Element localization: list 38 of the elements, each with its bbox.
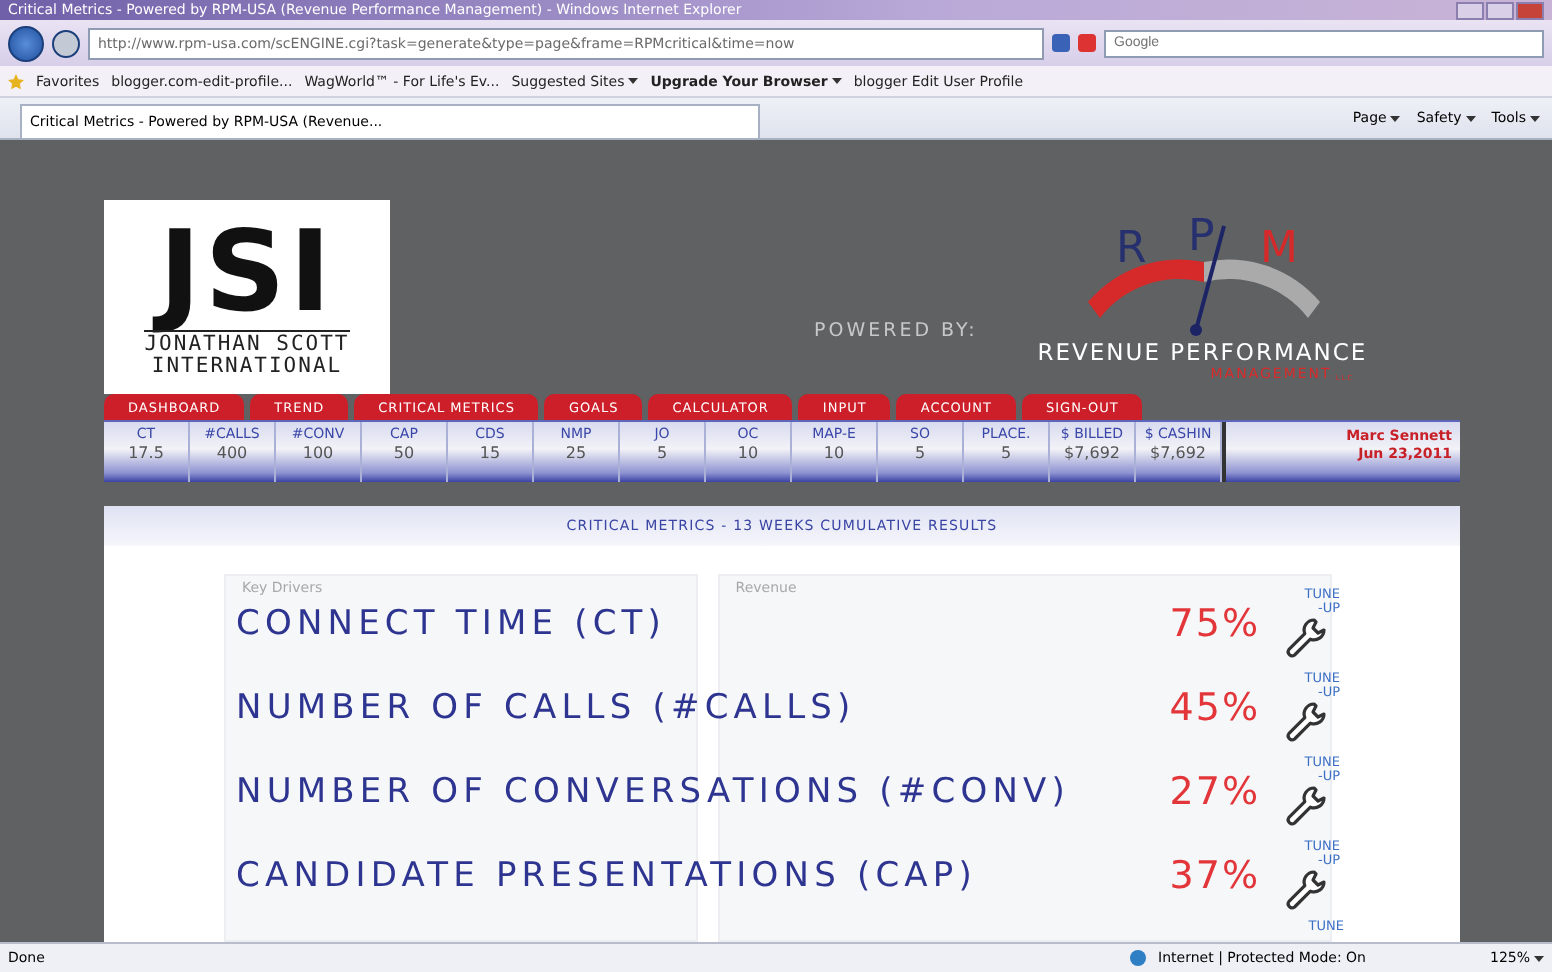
metric-value: 5 xyxy=(1000,444,1012,462)
wrench-icon[interactable] xyxy=(1284,616,1328,660)
metric-value: 10 xyxy=(823,444,845,462)
percent-value: 75% xyxy=(1169,602,1260,646)
metric-value: $7,692 xyxy=(1150,444,1206,462)
percent-value: 27% xyxy=(1169,770,1260,814)
wrench-icon[interactable] xyxy=(1284,868,1328,912)
brand-name: REVENUE PERFORMANCE xyxy=(1037,338,1368,366)
metric-value: 50 xyxy=(393,444,415,462)
caret-icon xyxy=(1390,115,1401,121)
metric-value: 10 xyxy=(737,444,759,462)
metric-value: 100 xyxy=(302,444,334,462)
company-logo: JSI JONATHAN SCOTT INTERNATIONAL xyxy=(104,200,390,394)
metric-name: CONNECT TIME (CT) xyxy=(236,604,669,644)
metric-value: 5 xyxy=(656,444,668,462)
metric-name: CANDIDATE PRESENTATIONS (CAP) xyxy=(236,856,979,896)
wrench-icon[interactable] xyxy=(1284,784,1328,828)
caret-icon xyxy=(1534,955,1544,961)
percent-value: 37% xyxy=(1169,854,1260,898)
caret-icon xyxy=(1530,115,1540,121)
wrench-icon[interactable] xyxy=(1284,700,1328,744)
metric-name: NUMBER OF CALLS (#CALLS) xyxy=(236,688,858,728)
percent-value: 45% xyxy=(1169,686,1260,730)
caret-icon xyxy=(1465,115,1476,121)
metric-value: 5 xyxy=(914,444,926,462)
back-button[interactable] xyxy=(8,25,44,61)
gauge-logo: R P M xyxy=(1072,218,1333,338)
forward-button[interactable] xyxy=(52,29,80,57)
metric-value: $7,692 xyxy=(1064,444,1120,462)
globe-icon xyxy=(1130,950,1147,966)
metric-name: NUMBER OF CONVERSATIONS (#CONV) xyxy=(236,772,1072,812)
star-icon xyxy=(8,73,24,89)
powered-by-label: POWERED BY: xyxy=(814,320,978,342)
metric-value: 15 xyxy=(479,444,501,462)
metric-value: 25 xyxy=(565,444,587,462)
metric-value: 400 xyxy=(216,444,248,462)
close-button[interactable] xyxy=(1516,1,1544,19)
metric-value: 17.5 xyxy=(128,444,164,462)
